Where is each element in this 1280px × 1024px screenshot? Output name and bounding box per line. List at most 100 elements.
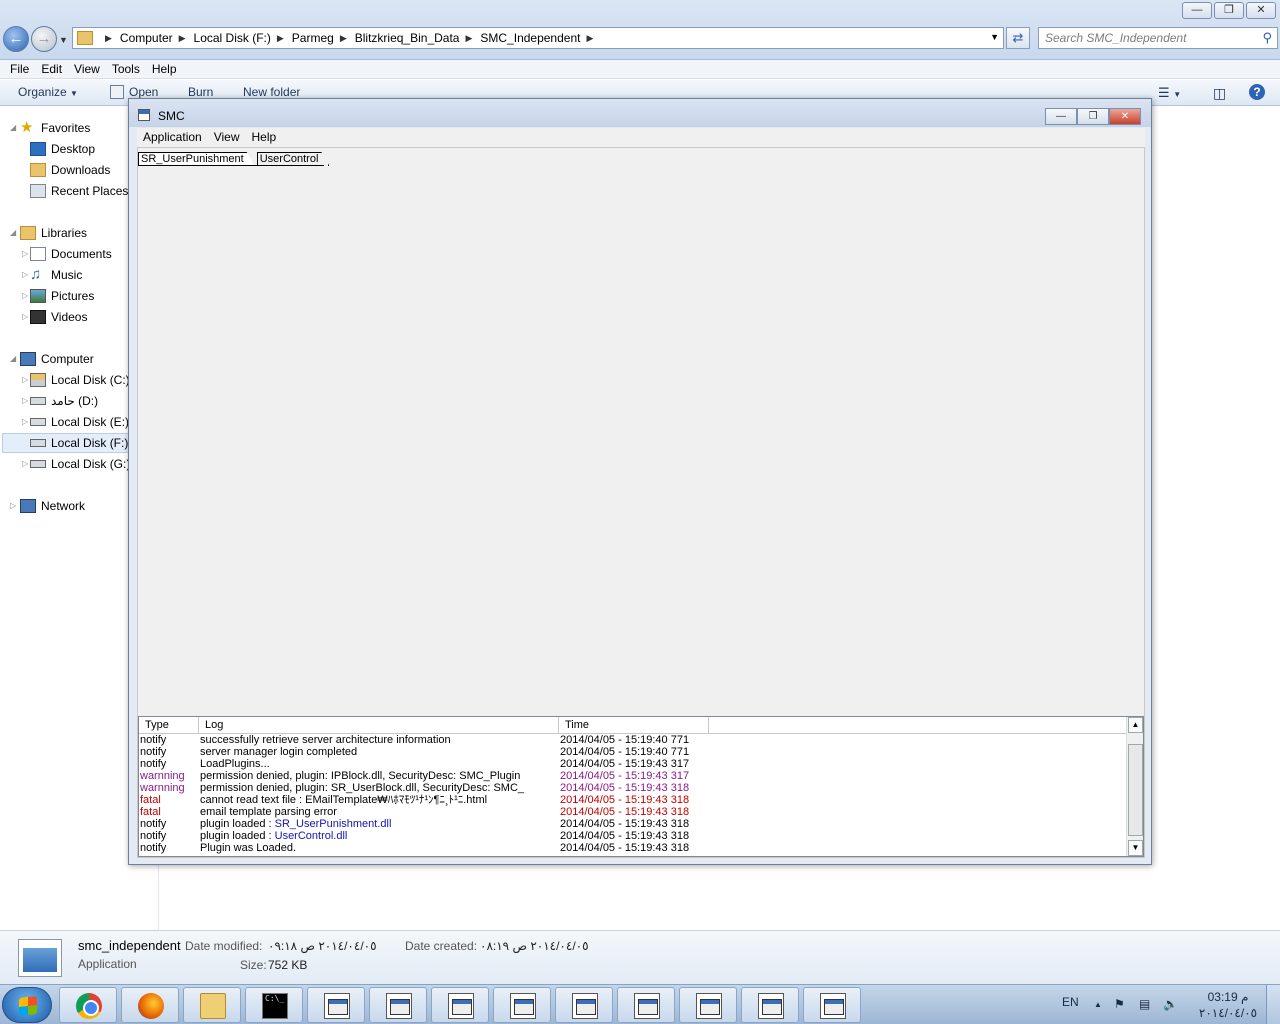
expand-arrow-icon[interactable]: ◢: [10, 228, 16, 237]
breadcrumb-item[interactable]: Blitzkrieq_Bin_Data ▶: [355, 31, 481, 45]
column-header-time[interactable]: Time: [559, 717, 709, 733]
nav-computer[interactable]: Computer: [20, 349, 94, 369]
nav-network[interactable]: Network: [20, 496, 85, 516]
taskbar-app[interactable]: [555, 987, 613, 1023]
new-folder-button[interactable]: New folder: [243, 85, 300, 99]
nav-music[interactable]: ♫ Music: [30, 265, 82, 285]
show-desktop-button[interactable]: [1266, 985, 1280, 1024]
open-button[interactable]: Open: [129, 85, 158, 99]
collapsed-arrow-icon[interactable]: ▷: [22, 417, 28, 426]
menu-edit[interactable]: Edit: [35, 60, 68, 78]
nav-desktop[interactable]: Desktop: [30, 139, 95, 159]
taskbar-app[interactable]: [431, 987, 489, 1023]
taskbar-app[interactable]: [493, 987, 551, 1023]
smc-minimize-button[interactable]: —: [1045, 108, 1077, 125]
log-row[interactable]: notify plugin loaded : SR_UserPunishment.…: [139, 818, 1127, 830]
collapsed-arrow-icon[interactable]: ▷: [22, 291, 28, 300]
organize-button[interactable]: Organize ▼: [18, 85, 78, 99]
tab-usercontrol[interactable]: UserControl: [257, 152, 330, 166]
smc-close-button[interactable]: ✕: [1109, 108, 1141, 125]
search-input[interactable]: Search SMC_Independent ⚲: [1038, 27, 1278, 49]
start-button[interactable]: [2, 987, 52, 1023]
breadcrumb-item[interactable]: Computer ▶: [120, 31, 194, 45]
nav-local-disk-g[interactable]: Local Disk (G:): [30, 454, 130, 474]
action-center-flag-icon[interactable]: ⚑: [1114, 997, 1125, 1011]
burn-button[interactable]: Burn: [188, 85, 213, 99]
back-button[interactable]: ←: [3, 26, 29, 52]
log-row[interactable]: warnning permission denied, plugin: IPBlo…: [139, 770, 1127, 782]
date-created-value[interactable]: ٢٠١٤/٠٤/٠٥ ص ٠٨:١٩: [480, 939, 589, 953]
taskbar-app[interactable]: [741, 987, 799, 1023]
menu-view[interactable]: View: [68, 60, 106, 78]
expand-arrow-icon[interactable]: ◢: [10, 123, 16, 132]
nav-local-disk-f[interactable]: Local Disk (F:): [2, 433, 130, 453]
taskbar-chrome[interactable]: [59, 987, 117, 1023]
taskbar-app[interactable]: [679, 987, 737, 1023]
taskbar-app[interactable]: [617, 987, 675, 1023]
expand-arrow-icon[interactable]: ◢: [10, 354, 16, 363]
log-row[interactable]: fatal cannot read text file : EMailTempla…: [139, 794, 1127, 806]
log-row[interactable]: warnning permission denied, plugin: SR_Us…: [139, 782, 1127, 794]
taskbar-app[interactable]: [369, 987, 427, 1023]
nav-videos[interactable]: Videos: [30, 307, 87, 327]
search-icon[interactable]: ⚲: [1262, 30, 1272, 46]
nav-downloads[interactable]: Downloads: [30, 160, 110, 180]
taskbar-explorer[interactable]: [183, 987, 241, 1023]
log-row[interactable]: fatal email template parsing error 2014/04…: [139, 806, 1127, 818]
nav-local-disk-e[interactable]: Local Disk (E:): [30, 412, 129, 432]
menu-view[interactable]: View: [208, 128, 246, 147]
forward-button[interactable]: →: [31, 26, 57, 52]
maximize-button[interactable]: ❐: [1214, 2, 1244, 19]
show-hidden-icons-icon[interactable]: ▲: [1094, 1000, 1102, 1009]
menu-help[interactable]: Help: [146, 60, 183, 78]
nav-documents[interactable]: Documents: [30, 244, 112, 264]
column-header-type[interactable]: Type: [139, 717, 199, 733]
log-row[interactable]: notify LoadPlugins... 2014/04/05 - 15:19:4…: [139, 758, 1127, 770]
log-list[interactable]: Type Log Time notify successfully retriev…: [138, 716, 1144, 857]
menu-file[interactable]: File: [4, 60, 35, 78]
breadcrumb-item[interactable]: SMC_Independent ▶: [480, 31, 601, 45]
nav-local-disk-c[interactable]: Local Disk (C:): [30, 370, 130, 390]
collapsed-arrow-icon[interactable]: ▷: [22, 249, 28, 258]
menu-tools[interactable]: Tools: [106, 60, 146, 78]
smc-maximize-button[interactable]: ❐: [1077, 108, 1109, 125]
recent-pages-icon[interactable]: ▼: [59, 35, 68, 45]
log-plugin-link[interactable]: UserControl.dll: [275, 830, 348, 842]
column-header-log[interactable]: Log: [199, 717, 559, 733]
tab-sr-userpunishment[interactable]: SR_UserPunishment: [138, 152, 255, 166]
preview-pane-icon[interactable]: ◫: [1213, 85, 1226, 102]
menu-application[interactable]: Application: [137, 128, 208, 147]
breadcrumb-item[interactable]: Parmeg ▶: [292, 31, 355, 45]
taskbar-firefox[interactable]: [121, 987, 179, 1023]
collapsed-arrow-icon[interactable]: ▷: [22, 396, 28, 405]
log-row[interactable]: notify plugin loaded : UserControl.dll 201…: [139, 830, 1127, 842]
address-bar[interactable]: ▶ Computer ▶ Local Disk (F:) ▶ Parmeg ▶ Bli…: [72, 27, 1004, 49]
taskbar-cmd[interactable]: C:\_: [245, 987, 303, 1023]
chevron-down-icon[interactable]: ▼: [990, 32, 999, 42]
network-status-icon[interactable]: ▤: [1139, 997, 1150, 1011]
nav-recent-places[interactable]: Recent Places: [30, 181, 128, 201]
help-icon[interactable]: ?: [1249, 84, 1265, 100]
log-scrollbar[interactable]: ▲ ▼: [1126, 717, 1143, 856]
collapsed-arrow-icon[interactable]: ▷: [22, 312, 28, 321]
nav-libraries[interactable]: Libraries: [20, 223, 87, 243]
minimize-button[interactable]: —: [1182, 2, 1212, 19]
language-indicator[interactable]: EN: [1062, 995, 1079, 1009]
nav-favorites[interactable]: ★ Favorites: [20, 118, 90, 138]
close-button[interactable]: ✕: [1246, 2, 1276, 19]
breadcrumb-item[interactable]: Local Disk (F:) ▶: [194, 31, 292, 45]
menu-help[interactable]: Help: [246, 128, 283, 147]
view-options-icon[interactable]: ☰ ▼: [1158, 85, 1181, 101]
nav-drive-d[interactable]: حامد (D:): [30, 391, 98, 411]
collapsed-arrow-icon[interactable]: ▷: [22, 459, 28, 468]
taskbar-app[interactable]: [803, 987, 861, 1023]
log-row[interactable]: notify Plugin was Loaded. 2014/04/05 - 15:…: [139, 842, 1127, 854]
log-plugin-link[interactable]: SR_UserPunishment.dll: [275, 818, 392, 830]
smc-titlebar[interactable]: SMC — ❐ ✕: [129, 99, 1151, 127]
nav-pictures[interactable]: Pictures: [30, 286, 94, 306]
scroll-down-icon[interactable]: ▼: [1128, 840, 1143, 856]
clock[interactable]: 03:19 م ٢٠١٤/٠٤/٠٥: [1192, 989, 1264, 1021]
scroll-up-icon[interactable]: ▲: [1128, 717, 1143, 733]
refresh-button[interactable]: ⇄: [1006, 27, 1030, 49]
collapsed-arrow-icon[interactable]: ▷: [22, 270, 28, 279]
